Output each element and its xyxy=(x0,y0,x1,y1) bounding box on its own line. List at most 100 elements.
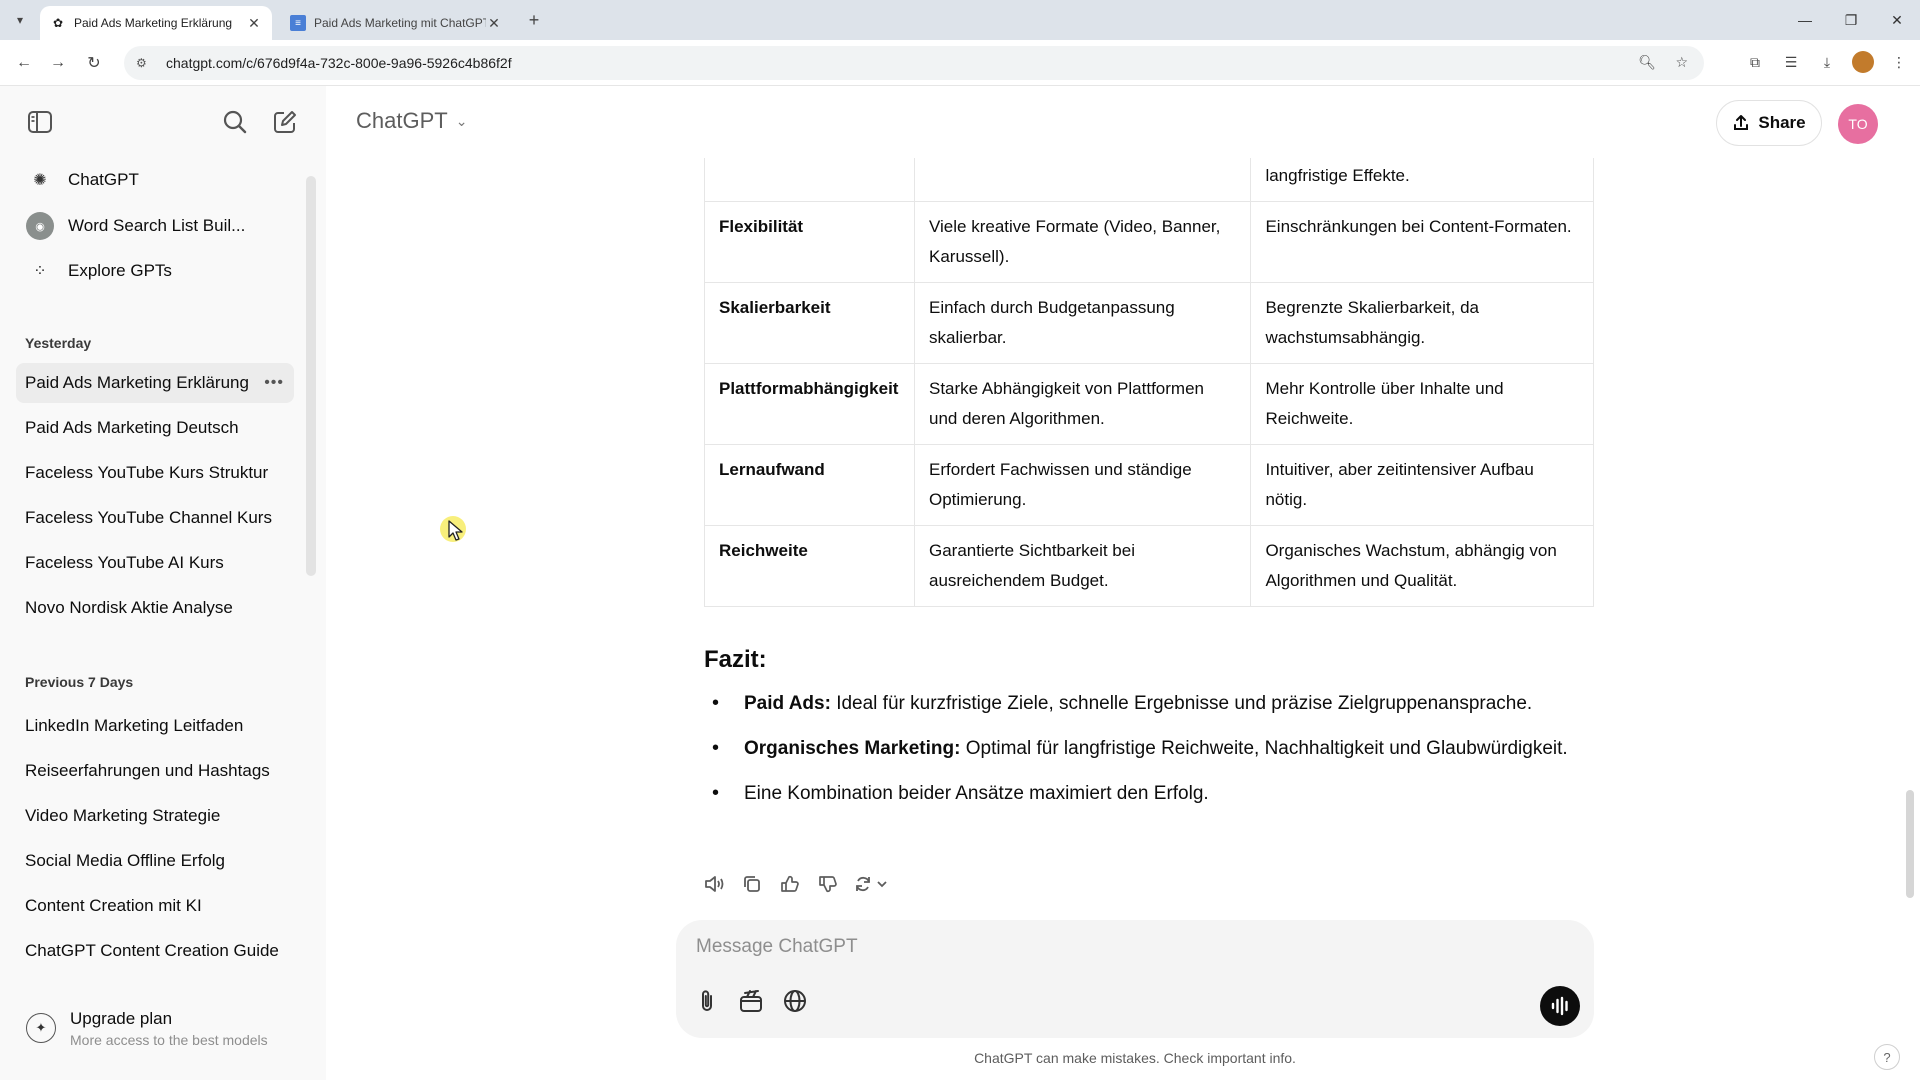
mouse-cursor-icon xyxy=(448,520,463,541)
list-item-text: Optimal für langfristige Reichweite, Nac… xyxy=(960,738,1568,759)
browser-extensions: ⧉ ☰ ⤓ ⋮ xyxy=(1744,51,1910,73)
sidebar-item-word-search[interactable]: ◉ Word Search List Buil... xyxy=(16,206,294,246)
table-cell-paid: Erfordert Fachwissen und ständige Optimi… xyxy=(913,444,1252,526)
model-selector[interactable]: ChatGPT ⌄ xyxy=(356,108,467,134)
close-tab-icon[interactable]: ✕ xyxy=(486,15,502,32)
restore-icon[interactable]: ❐ xyxy=(1828,0,1874,40)
table-cell-organic: Mehr Kontrolle über Inhalte und Reichwei… xyxy=(1250,363,1594,445)
conversation-item[interactable]: Paid Ads Marketing Erklärung ••• xyxy=(16,363,294,403)
conversation-item[interactable]: Social Media Offline Erfolg xyxy=(16,841,294,881)
back-icon[interactable]: ← xyxy=(12,51,36,75)
site-info-icon[interactable]: ⚙ xyxy=(136,56,154,70)
sidebar-item-chatgpt[interactable]: ✺ ChatGPT xyxy=(16,160,294,200)
close-window-icon[interactable]: ✕ xyxy=(1874,0,1920,40)
browser-tab-active[interactable]: ✿ Paid Ads Marketing Erklärung ✕ xyxy=(40,6,272,40)
browser-menu-icon[interactable]: ⋮ xyxy=(1888,51,1910,73)
section-heading-previous-7-days: Previous 7 Days xyxy=(25,674,134,690)
sidebar-item-label: Explore GPTs xyxy=(68,261,172,280)
sidebar: ✺ ChatGPT ◉ Word Search List Buil... ⁘ E… xyxy=(0,86,326,1080)
forward-icon[interactable]: → xyxy=(46,51,70,75)
globe-icon[interactable] xyxy=(780,986,810,1016)
copy-icon[interactable] xyxy=(740,872,764,896)
regenerate-icon[interactable] xyxy=(854,872,890,896)
search-icon[interactable] xyxy=(221,108,249,136)
list-item: Eine Kombination beider Ansätze maximier… xyxy=(704,776,1594,811)
new-tab-button[interactable]: + xyxy=(522,8,546,32)
message-composer[interactable]: Message ChatGPT xyxy=(676,920,1594,1038)
share-button[interactable]: Share xyxy=(1716,100,1822,146)
tab-title: Paid Ads Marketing mit ChatGPT xyxy=(314,16,486,30)
thumbs-up-icon[interactable] xyxy=(778,872,802,896)
conversation-item[interactable]: Novo Nordisk Aktie Analyse xyxy=(16,588,294,628)
table-cell-paid: Viele kreative Formate (Video, Banner, K… xyxy=(913,201,1252,283)
message-input[interactable]: Message ChatGPT xyxy=(696,936,858,958)
table-row: Lernaufwand Erfordert Fachwissen und stä… xyxy=(704,444,1594,526)
more-options-icon[interactable]: ••• xyxy=(264,374,284,392)
tab-search-button[interactable]: ▾ xyxy=(8,8,32,32)
new-chat-icon[interactable] xyxy=(271,108,299,136)
conversation-item[interactable]: Paid Ads Marketing Deutsch xyxy=(16,408,294,448)
gpt-avatar: ◉ xyxy=(26,212,54,240)
table-cell-paid: Starke Abhängigkeit von Plattformen und … xyxy=(913,363,1252,445)
conversation-item[interactable]: Content Creation mit KI xyxy=(16,886,294,926)
table-cell-organic: langfristige Effekte. xyxy=(1250,158,1594,202)
page-scrollbar[interactable] xyxy=(1906,790,1914,898)
upgrade-plan-button[interactable]: ✦ Upgrade plan More access to the best m… xyxy=(16,998,310,1058)
table-cell-aspect: Flexibilität xyxy=(704,201,915,283)
sidebar-header xyxy=(0,86,326,158)
main-panel: ChatGPT ⌄ Share TO langfristige Effekte.… xyxy=(326,86,1920,1080)
bookmark-star-icon[interactable]: ☆ xyxy=(1675,54,1688,71)
table-cell-paid: Einfach durch Budgetanpassung skalierbar… xyxy=(913,282,1252,364)
chevron-down-icon: ⌄ xyxy=(455,112,468,129)
sidebar-item-label: ChatGPT xyxy=(68,170,139,189)
help-button[interactable]: ? xyxy=(1874,1044,1900,1070)
conversation-item[interactable]: Faceless YouTube Kurs Struktur xyxy=(16,453,294,493)
conversation-item[interactable]: Faceless YouTube AI Kurs xyxy=(16,543,294,583)
upgrade-icon: ✦ xyxy=(26,1013,56,1043)
user-avatar[interactable]: TO xyxy=(1838,104,1878,144)
conversation-item[interactable]: LinkedIn Marketing Leitfaden xyxy=(16,706,294,746)
table-cell-organic: Begrenzte Skalierbarkeit, da wachstumsab… xyxy=(1250,282,1594,364)
list-item-bold: Organisches Marketing: xyxy=(744,738,961,759)
conversation-item[interactable]: Video Marketing Strategie xyxy=(16,796,294,836)
section-heading-yesterday: Yesterday xyxy=(25,335,92,351)
attach-icon[interactable] xyxy=(692,986,722,1016)
conversation-content: langfristige Effekte. Flexibilität Viele… xyxy=(326,158,1920,994)
browser-tab-inactive[interactable]: ≡ Paid Ads Marketing mit ChatGPT ✕ xyxy=(280,6,512,40)
table-row: Reichweite Garantierte Sichtbarkeit bei … xyxy=(704,525,1594,607)
message-actions xyxy=(702,872,890,896)
media-control-icon[interactable]: ☰ xyxy=(1780,51,1802,73)
openai-logo-icon: ✺ xyxy=(33,172,47,189)
conversation-item[interactable]: ChatGPT Content Creation Guide xyxy=(16,931,294,971)
table-row: langfristige Effekte. xyxy=(704,158,1594,202)
summary-heading: Fazit: xyxy=(704,646,767,673)
table-cell-aspect: Reichweite xyxy=(704,525,915,607)
extensions-icon[interactable]: ⧉ xyxy=(1744,51,1766,73)
docs-favicon-icon: ≡ xyxy=(290,15,306,31)
table-row: Plattformabhängigkeit Starke Abhängigkei… xyxy=(704,363,1594,445)
conversation-item[interactable]: Faceless YouTube Channel Kurs xyxy=(16,498,294,538)
address-bar[interactable]: ⚙ chatgpt.com/c/676d9f4a-732c-800e-9a96-… xyxy=(124,46,1704,80)
close-tab-icon[interactable]: ✕ xyxy=(246,15,262,32)
table-row: Skalierbarkeit Einfach durch Budgetanpas… xyxy=(704,282,1594,364)
sidebar-scrollbar[interactable] xyxy=(306,176,316,576)
download-icon[interactable]: ⤓ xyxy=(1816,51,1838,73)
thumbs-down-icon[interactable] xyxy=(816,872,840,896)
toggle-sidebar-icon[interactable] xyxy=(26,108,54,136)
read-aloud-icon[interactable] xyxy=(702,872,726,896)
reload-icon[interactable]: ↻ xyxy=(82,51,106,75)
table-cell-organic: Intuitiver, aber zeitintensiver Aufbau n… xyxy=(1250,444,1594,526)
table-cell-organic: Organisches Wachstum, abhängig von Algor… xyxy=(1250,525,1594,607)
voice-waveform-icon xyxy=(1551,996,1568,1016)
table-cell-aspect: Lernaufwand xyxy=(704,444,915,526)
minimize-icon[interactable]: — xyxy=(1782,0,1828,40)
voice-mode-button[interactable] xyxy=(1540,986,1580,1026)
sidebar-item-explore-gpts[interactable]: ⁘ Explore GPTs xyxy=(16,251,294,291)
upgrade-title: Upgrade plan xyxy=(70,1008,173,1028)
tools-icon[interactable] xyxy=(736,986,766,1016)
list-item-text: Ideal für kurzfristige Ziele, schnelle E… xyxy=(830,693,1533,714)
profile-avatar[interactable] xyxy=(1852,51,1874,73)
url-text: chatgpt.com/c/676d9f4a-732c-800e-9a96-59… xyxy=(166,55,512,71)
zoom-icon[interactable]: 🔍︎ xyxy=(1638,54,1656,71)
conversation-item[interactable]: Reiseerfahrungen und Hashtags xyxy=(16,751,294,791)
